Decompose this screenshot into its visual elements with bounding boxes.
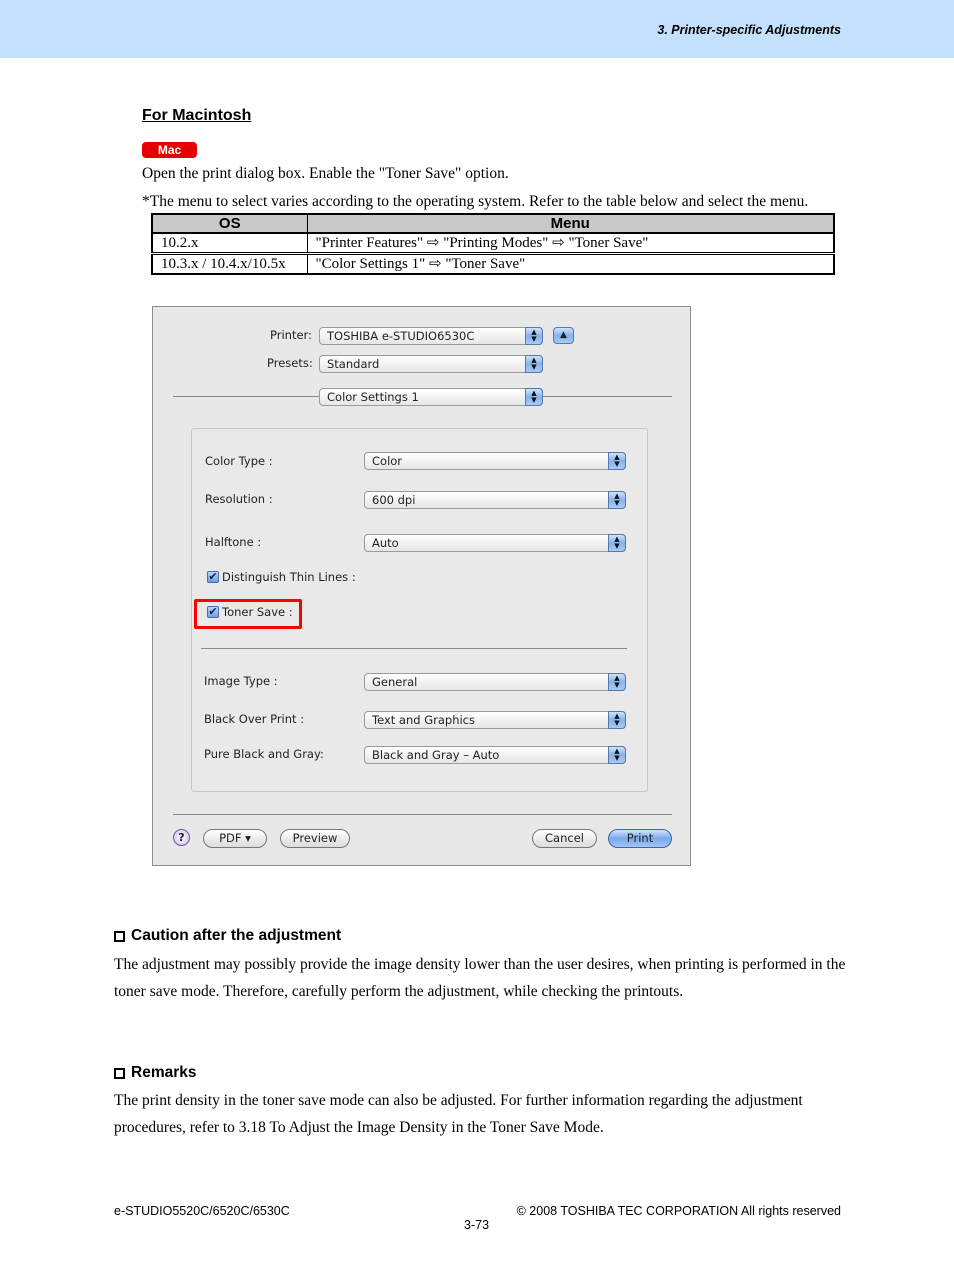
page-header-band: 3. Printer-specific Adjustments: [0, 0, 954, 58]
panel-separator: [201, 648, 627, 649]
black-over-print-select[interactable]: Text and Graphics ▲ ▼: [364, 711, 626, 729]
remarks-heading-text: Remarks: [131, 1064, 197, 1081]
color-type-select[interactable]: Color ▲ ▼: [364, 452, 626, 470]
checkmark-icon: ✔: [207, 570, 219, 583]
printer-label: Printer:: [270, 328, 312, 342]
checkbox-bullet-icon: [114, 930, 125, 942]
presets-value: Standard: [327, 357, 380, 371]
print-button[interactable]: Print: [608, 829, 672, 848]
os-cell: 10.3.x / 10.4.x/10.5x: [151, 252, 308, 275]
color-type-value: Color: [372, 454, 403, 468]
resolution-label: Resolution :: [205, 492, 273, 506]
table-header-row: OS Menu: [151, 213, 835, 234]
updown-arrows-icon: ▲ ▼: [525, 388, 543, 406]
updown-arrows-icon: ▲ ▼: [608, 746, 626, 764]
remarks-text: The print density in the toner save mode…: [114, 1092, 803, 1136]
caution-heading-text: Caution after the adjustment: [131, 927, 342, 944]
collapse-dialog-button[interactable]: ▲: [553, 327, 574, 344]
checkbox-bullet-icon: [114, 1067, 125, 1079]
page-number: 3-73: [464, 1218, 490, 1232]
resolution-value: 600 dpi: [372, 493, 416, 507]
print-dialog: Printer: TOSHIBA e-STUDIO6530C ▲ ▼ ▲ Pres…: [152, 306, 691, 866]
footer-separator: [173, 814, 672, 815]
remarks-heading: Remarks: [114, 1064, 197, 1082]
image-type-value: General: [372, 675, 418, 689]
presets-select[interactable]: Standard ▲ ▼: [319, 355, 543, 373]
pdf-menu-button[interactable]: PDF ▾: [203, 829, 267, 848]
menu-cell: "Printer Features" ⇨ "Printing Modes" ⇨ …: [306, 232, 835, 254]
caution-text: The adjustment may possibly provide the …: [114, 956, 846, 1000]
pure-black-gray-value: Black and Gray – Auto: [372, 748, 500, 762]
mac-badge: Mac: [142, 142, 197, 158]
pure-black-gray-label: Pure Black and Gray:: [204, 747, 324, 761]
cancel-button[interactable]: Cancel: [532, 829, 597, 848]
chapter-title: 3. Printer-specific Adjustments: [657, 23, 841, 37]
separator-right: [543, 396, 672, 397]
image-type-select[interactable]: General ▲ ▼: [364, 673, 626, 691]
halftone-label: Halftone :: [205, 535, 262, 549]
column-header-menu: Menu: [306, 213, 835, 234]
updown-arrows-icon: ▲ ▼: [608, 452, 626, 470]
updown-arrows-icon: ▲ ▼: [525, 355, 543, 373]
toner-save-highlight: [194, 599, 302, 629]
distinguish-thin-lines-checkbox[interactable]: ✔ Distinguish Thin Lines :: [207, 570, 356, 584]
os-cell: 10.2.x: [151, 232, 308, 254]
image-type-label: Image Type :: [204, 674, 278, 688]
distinguish-thin-lines-label: Distinguish Thin Lines :: [222, 570, 356, 584]
black-over-print-value: Text and Graphics: [372, 713, 475, 727]
updown-arrows-icon: ▲ ▼: [608, 534, 626, 552]
menu-cell: "Color Settings 1" ⇨ "Toner Save": [306, 252, 835, 275]
printer-value: TOSHIBA e-STUDIO6530C: [327, 329, 475, 343]
resolution-select[interactable]: 600 dpi ▲ ▼: [364, 491, 626, 509]
updown-arrows-icon: ▲ ▼: [608, 673, 626, 691]
printer-select[interactable]: TOSHIBA e-STUDIO6530C ▲ ▼: [319, 327, 543, 345]
help-button[interactable]: ?: [173, 829, 190, 846]
table-row: 10.3.x / 10.4.x/10.5x "Color Settings 1"…: [151, 252, 835, 275]
black-over-print-label: Black Over Print :: [204, 712, 305, 726]
pure-black-gray-select[interactable]: Black and Gray – Auto ▲ ▼: [364, 746, 626, 764]
panel-select[interactable]: Color Settings 1 ▲ ▼: [319, 388, 543, 406]
table-row: 10.2.x "Printer Features" ⇨ "Printing Mo…: [151, 232, 835, 254]
halftone-select[interactable]: Auto ▲ ▼: [364, 534, 626, 552]
note-text: *The menu to select varies according to …: [142, 193, 809, 210]
caution-heading: Caution after the adjustment: [114, 927, 341, 945]
os-menu-table: OS Menu 10.2.x "Printer Features" ⇨ "Pri…: [151, 213, 835, 275]
updown-arrows-icon: ▲ ▼: [608, 491, 626, 509]
column-header-os: OS: [151, 213, 308, 234]
intro-text: Open the print dialog box. Enable the "T…: [142, 165, 509, 182]
triangle-up-icon: ▲: [560, 330, 567, 340]
panel-value: Color Settings 1: [327, 390, 419, 404]
question-mark-icon: ?: [178, 831, 185, 844]
section-heading: For Macintosh: [142, 107, 252, 124]
footer-copyright: © 2008 TOSHIBA TEC CORPORATION All right…: [516, 1204, 841, 1218]
color-type-label: Color Type :: [205, 454, 273, 468]
separator-left: [173, 396, 319, 397]
presets-label: Presets:: [267, 356, 313, 370]
footer-model: e-STUDIO5520C/6520C/6530C: [114, 1204, 290, 1218]
updown-arrows-icon: ▲ ▼: [525, 327, 543, 345]
updown-arrows-icon: ▲ ▼: [608, 711, 626, 729]
halftone-value: Auto: [372, 536, 399, 550]
preview-button[interactable]: Preview: [280, 829, 350, 848]
